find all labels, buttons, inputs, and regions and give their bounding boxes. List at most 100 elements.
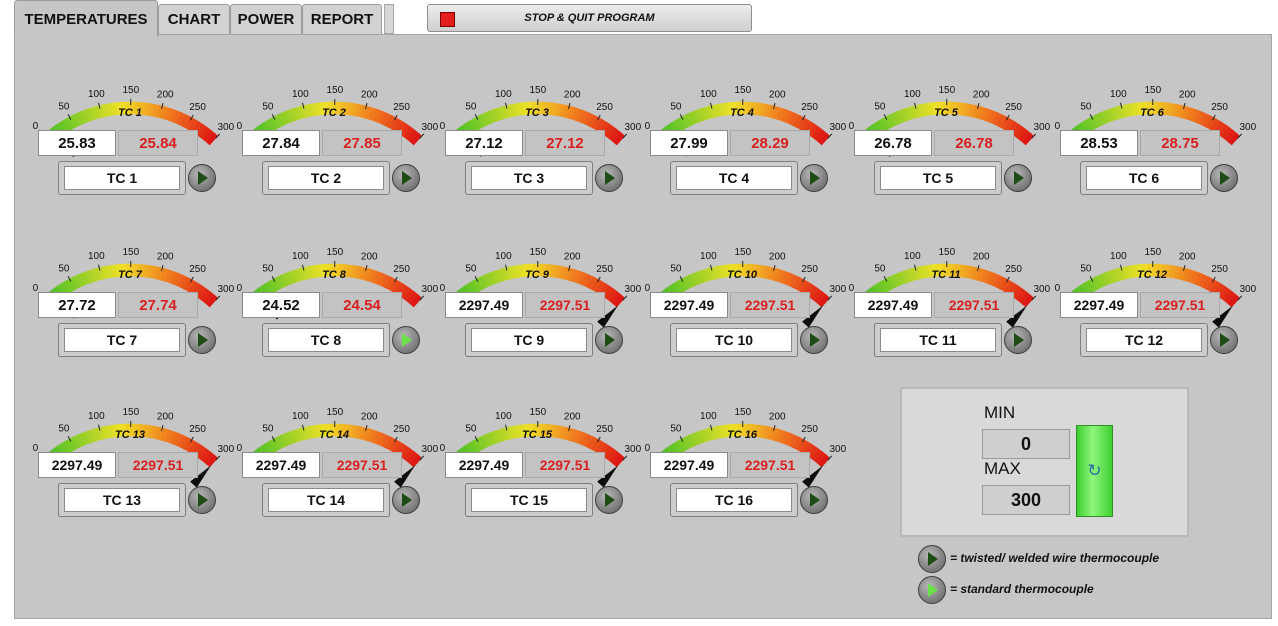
temperature-display: 2297.51	[934, 292, 1014, 318]
play-led-icon	[1220, 333, 1230, 347]
thermocouple-name-button[interactable]: TC 13	[58, 483, 186, 517]
thermocouple-name-button[interactable]: TC 15	[465, 483, 593, 517]
thermocouple-type-button[interactable]	[1210, 164, 1238, 192]
thermocouple-name-button[interactable]: TC 11	[874, 323, 1002, 357]
gauge-name: TC 13	[115, 429, 145, 441]
gauge-tick-label: 250	[1211, 102, 1228, 113]
thermocouple-type-button[interactable]	[1210, 326, 1238, 354]
temperature-value: 2297.49	[445, 452, 523, 478]
temperature-display: 28.29	[730, 130, 810, 156]
thermocouple-type-button[interactable]	[392, 486, 420, 514]
thermocouple-name-label: TC 3	[471, 166, 587, 190]
stop-quit-button[interactable]: STOP & QUIT PROGRAM	[427, 4, 752, 32]
thermocouple-type-button[interactable]	[392, 326, 420, 354]
thermocouple-name-button[interactable]: TC 3	[465, 161, 593, 195]
gauge-tick-label: 250	[596, 264, 613, 275]
temperature-gauge: 050100 150 200250300TC 1	[33, 85, 235, 177]
play-led-icon	[605, 171, 615, 185]
thermocouple-type-button[interactable]	[800, 486, 828, 514]
gauge-tick-label: 50	[465, 101, 477, 112]
thermocouple-type-button[interactable]	[595, 486, 623, 514]
thermocouple-name-label: TC 14	[268, 488, 384, 512]
gauge-tick-label: 200	[564, 411, 581, 422]
thermocouple-name-button[interactable]: TC 12	[1080, 323, 1208, 357]
thermocouple-type-button[interactable]	[800, 326, 828, 354]
play-led-icon	[810, 171, 820, 185]
gauge-tick-label: 200	[1179, 89, 1196, 100]
gauge-tick-label: 300	[1239, 284, 1256, 295]
temperature-value: 2297.49	[854, 292, 932, 318]
max-input[interactable]: 300	[982, 485, 1070, 515]
gauge-tick-label: 300	[829, 284, 846, 295]
apply-scale-button[interactable]: ↻	[1076, 425, 1113, 517]
thermocouple-name-button[interactable]: TC 8	[262, 323, 390, 357]
thermocouple-card: 0 50 100 150 200 250 300 TC 12 2297.49 2297.51 TC …	[1055, 228, 1257, 378]
thermocouple-name-label: TC 2	[268, 166, 384, 190]
temperature-gauge: 050100 150 200250300TC 14	[237, 407, 439, 499]
gauge-tick-label: 50	[874, 263, 886, 274]
gauge-tick-label: 150	[734, 85, 751, 96]
play-led-icon	[402, 493, 412, 507]
thermocouple-name-label: TC 11	[880, 328, 996, 352]
min-input[interactable]: 0	[982, 429, 1070, 459]
thermocouple-type-button[interactable]	[392, 164, 420, 192]
legend-twisted-button-icon	[918, 545, 946, 573]
thermocouple-type-button[interactable]	[595, 164, 623, 192]
thermocouple-name-button[interactable]: TC 6	[1080, 161, 1208, 195]
thermocouple-name-button[interactable]: TC 14	[262, 483, 390, 517]
gauge-tick-label: 200	[157, 251, 174, 262]
gauge-tick-label: 200	[769, 89, 786, 100]
temperature-display: 27.12	[525, 130, 605, 156]
thermocouple-type-button[interactable]	[188, 486, 216, 514]
tab-power[interactable]: POWER	[230, 4, 302, 34]
temperature-value: 2297.49	[650, 452, 728, 478]
gauge-tick-label: 200	[973, 89, 990, 100]
gauge-tick-label: 300	[624, 444, 641, 455]
play-led-icon	[198, 333, 208, 347]
gauge-tick-label: 250	[189, 102, 206, 113]
tab-temperatures[interactable]: TEMPERATURES	[14, 0, 158, 37]
tab-chart[interactable]: CHART	[158, 4, 230, 34]
gauge-tick-label: 300	[1033, 284, 1050, 295]
play-led-icon	[605, 493, 615, 507]
thermocouple-type-button[interactable]	[1004, 326, 1032, 354]
thermocouple-name-button[interactable]: TC 5	[874, 161, 1002, 195]
thermocouple-type-button[interactable]	[1004, 164, 1032, 192]
gauge-tick-label: 150	[529, 85, 546, 96]
play-led-icon	[198, 493, 208, 507]
gauge-name: TC 16	[727, 429, 758, 441]
temperature-display: 2297.51	[322, 452, 402, 478]
temperature-gauge: 050100 150 200250300TC 8	[237, 247, 439, 339]
app-window: TEMPERATURES CHART POWER REPORT STOP & Q…	[0, 0, 1278, 626]
gauge-name: TC 3	[525, 107, 549, 119]
thermocouple-card: 0 50 100 150 200 250 300 TC 3 27.12 27.12 TC 3	[440, 66, 642, 216]
thermocouple-name-button[interactable]: TC 7	[58, 323, 186, 357]
thermocouple-type-button[interactable]	[595, 326, 623, 354]
gauge-tick-label: 200	[157, 89, 174, 100]
gauge-tick-label: 300	[217, 284, 234, 295]
thermocouple-name-button[interactable]: TC 16	[670, 483, 798, 517]
thermocouple-name-button[interactable]: TC 10	[670, 323, 798, 357]
temperature-display: 2297.51	[730, 452, 810, 478]
gauge-tick-label: 250	[801, 264, 818, 275]
temperature-display: 25.84	[118, 130, 198, 156]
gauge-tick-label: 150	[1144, 247, 1161, 258]
gauge-tick-label: 50	[262, 423, 274, 434]
thermocouple-name-button[interactable]: TC 1	[58, 161, 186, 195]
thermocouple-name-button[interactable]: TC 4	[670, 161, 798, 195]
gauge-tick-label: 300	[217, 122, 234, 133]
thermocouple-name-button[interactable]: TC 9	[465, 323, 593, 357]
thermocouple-type-button[interactable]	[800, 164, 828, 192]
gauge-tick-label: 100	[88, 411, 105, 422]
gauge-tick-label: 100	[88, 251, 105, 262]
thermocouple-type-button[interactable]	[188, 326, 216, 354]
gauge-tick-label: 250	[596, 424, 613, 435]
gauge-tick-label: 50	[262, 263, 274, 274]
temperature-gauge: 050100 150 200250300TC 16	[645, 407, 847, 499]
gauge-scale-panel: MIN 0 MAX 300 ↻	[900, 387, 1189, 537]
gauge-tick-label: 50	[58, 423, 70, 434]
thermocouple-name-button[interactable]: TC 2	[262, 161, 390, 195]
tab-report[interactable]: REPORT	[302, 4, 382, 34]
thermocouple-type-button[interactable]	[188, 164, 216, 192]
temperature-gauge: 050100 150 200250300TC 4	[645, 85, 847, 177]
